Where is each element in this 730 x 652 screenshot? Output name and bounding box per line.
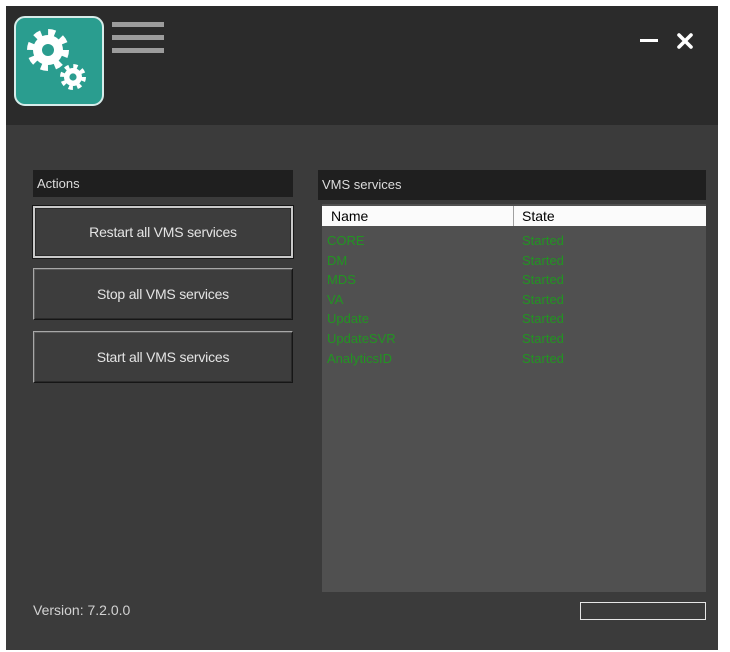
services-list-view[interactable]: Name State CORE Started DM Started MDS S… <box>322 204 706 592</box>
service-name: Update <box>327 311 369 327</box>
service-name: VA <box>327 291 344 307</box>
titlebar <box>6 6 718 125</box>
list-item[interactable]: Update Started <box>322 309 706 329</box>
service-state: Started <box>522 252 564 268</box>
app-logo <box>14 16 104 106</box>
column-header-state[interactable]: State <box>514 206 706 226</box>
service-state: Started <box>522 311 564 327</box>
stop-all-services-button[interactable]: Stop all VMS services <box>33 268 293 320</box>
restart-all-services-button[interactable]: Restart all VMS services <box>33 206 293 258</box>
service-name: MDS <box>327 272 356 288</box>
service-state: Started <box>522 330 564 346</box>
list-rows: CORE Started DM Started MDS Started VA S… <box>322 231 706 368</box>
start-all-services-label: Start all VMS services <box>96 349 230 365</box>
list-header: Name State <box>322 206 706 226</box>
list-item[interactable]: AnalyticsID Started <box>322 349 706 369</box>
service-state: Started <box>522 233 564 248</box>
service-state: Started <box>522 350 564 366</box>
service-name: UpdateSVR <box>327 330 396 346</box>
list-item[interactable]: MDS Started <box>322 270 706 290</box>
column-header-name[interactable]: Name <box>322 206 514 226</box>
close-icon[interactable] <box>674 30 696 52</box>
start-all-services-button[interactable]: Start all VMS services <box>33 331 293 383</box>
service-state: Started <box>522 272 564 288</box>
gears-icon <box>27 29 88 92</box>
minimize-icon[interactable] <box>636 32 662 50</box>
list-item[interactable]: CORE Started <box>322 231 706 251</box>
restart-all-services-label: Restart all VMS services <box>89 224 237 240</box>
service-state: Started <box>522 291 564 307</box>
version-label: Version: 7.2.0.0 <box>33 602 131 618</box>
list-item[interactable]: UpdateSVR Started <box>322 329 706 349</box>
service-name: AnalyticsID <box>327 350 393 366</box>
stop-all-services-label: Stop all VMS services <box>97 286 229 302</box>
hamburger-menu-icon[interactable] <box>112 22 164 58</box>
service-name: CORE <box>327 233 365 248</box>
list-item[interactable]: DM Started <box>322 251 706 271</box>
progress-bar <box>580 602 706 620</box>
list-item[interactable]: VA Started <box>322 290 706 310</box>
services-header: VMS services <box>318 170 706 200</box>
service-name: DM <box>327 252 348 268</box>
app-window: Actions Restart all VMS services Stop al… <box>6 6 718 650</box>
actions-header: Actions <box>33 170 293 197</box>
